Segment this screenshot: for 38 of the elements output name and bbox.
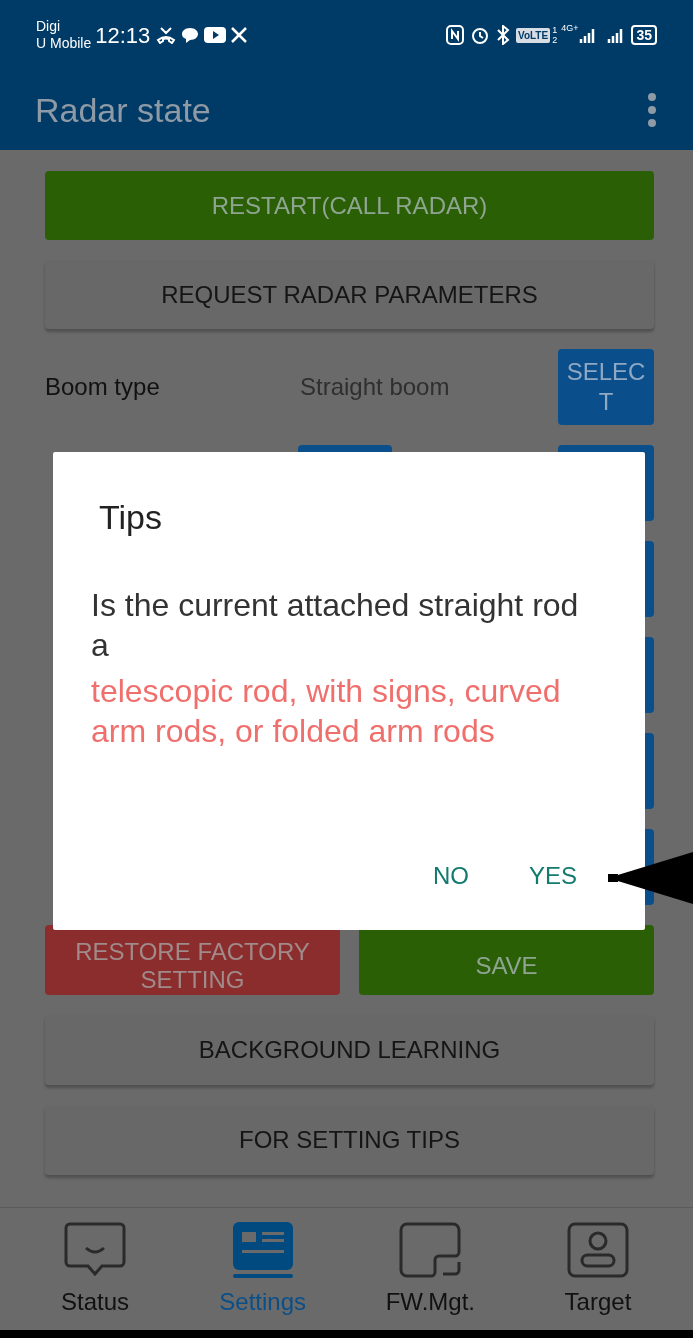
action-button[interactable]: BACKGROUND LEARNING — [45, 1015, 654, 1085]
nav-tab[interactable]: Target — [532, 1222, 663, 1320]
nfc-icon — [445, 25, 464, 45]
row-value: Straight boom — [300, 372, 451, 402]
user-icon — [566, 1222, 629, 1278]
dialog-button[interactable]: YES — [528, 858, 577, 894]
more-menu-icon[interactable] — [647, 92, 657, 128]
chat-icon — [180, 26, 201, 44]
dialog-highlight: telescopic rod, with signs, curved arm rods, or folded arm rods — [91, 672, 562, 751]
dialog-message: Is the current attached straight rod a — [91, 586, 580, 665]
action-button[interactable]: RESTART(CALL RADAR) — [45, 171, 654, 240]
carrier-name: Digi — [36, 18, 62, 35]
network-type: 4G+ — [561, 22, 579, 35]
settings-icon — [231, 1222, 294, 1278]
folded-card-icon — [399, 1222, 462, 1278]
alarm-icon — [469, 25, 490, 45]
action-button[interactable]: FOR SETTING TIPS — [45, 1105, 654, 1175]
app-title: Radar state — [35, 89, 212, 131]
nav-tab[interactable]: FW.Mgt. — [365, 1222, 496, 1320]
carrier-name: U Mobile — [36, 35, 92, 52]
sim-slot-number: 2 — [552, 35, 558, 45]
action-button[interactable]: RESTORE FACTORY SETTING — [45, 925, 340, 995]
action-button[interactable]: REQUEST RADAR PARAMETERS — [45, 260, 654, 329]
sim-slot-number: 1 — [552, 25, 558, 35]
bluetooth-icon — [495, 25, 510, 45]
action-button[interactable]: SAVE — [359, 925, 654, 995]
x-logo-icon — [230, 26, 249, 44]
play-icon — [204, 27, 227, 43]
missed-call-icon — [156, 26, 177, 44]
volte-badge: VoLTE — [515, 27, 551, 43]
clock-time: 12:13 — [95, 21, 151, 50]
dialog-button[interactable]: NO — [432, 858, 469, 894]
chat-bubble-icon — [64, 1222, 126, 1278]
nav-tab[interactable]: Status — [30, 1222, 160, 1320]
row-label: Boom type — [45, 372, 161, 402]
dialog-title: Tips — [99, 497, 163, 538]
select-button[interactable]: SELECT — [558, 349, 654, 425]
battery-level: 35 — [631, 25, 657, 45]
